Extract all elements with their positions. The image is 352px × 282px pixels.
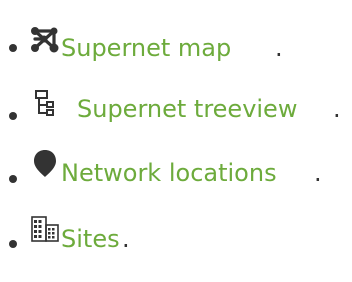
list-item-supernet-map: Supernet map . [0,20,352,80]
bullet [9,240,17,248]
bullet [9,112,17,120]
list-item-supernet-treeview: Supernet treeview . [0,90,352,150]
sites-building-icon [30,215,60,245]
network-map-icon [30,26,60,56]
sentence-period: . [122,225,130,253]
treeview-icon [30,88,60,118]
location-pin-icon [30,148,60,178]
supernet-treeview-link[interactable]: Supernet treeview [77,94,297,124]
network-locations-link[interactable]: Network locations [61,158,277,188]
sites-link[interactable]: Sites [61,224,120,254]
bullet [9,175,17,183]
sentence-period: . [275,34,283,62]
sentence-period: . [333,95,341,123]
list-item-sites: Sites . [0,215,352,275]
supernet-map-link[interactable]: Supernet map [61,33,231,63]
sentence-period: . [314,159,322,187]
bullet [9,44,17,52]
list-item-network-locations: Network locations . [0,150,352,210]
